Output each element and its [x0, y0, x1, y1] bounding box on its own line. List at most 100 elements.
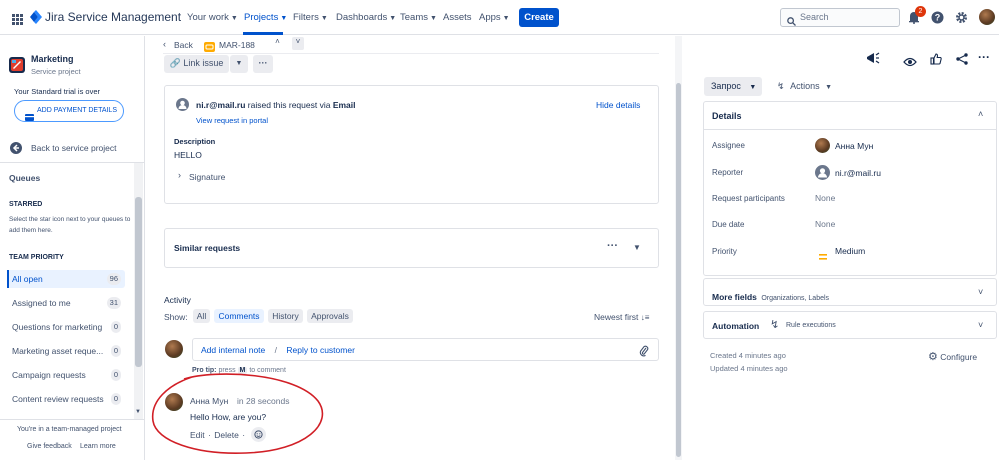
details-header[interactable]: Details ˄ [704, 102, 996, 130]
field-label: Due date [712, 220, 745, 229]
scroll-down-icon[interactable]: ▼ [135, 409, 141, 415]
link-issue-button[interactable]: 🔗 Link issue [164, 55, 229, 73]
hide-details-link[interactable]: Hide details [596, 100, 640, 110]
filter-history[interactable]: History [268, 309, 303, 323]
queue-count: 31 [106, 297, 121, 309]
add-payment-button[interactable]: ADD PAYMENT DETAILS [14, 100, 124, 122]
sidebar-scrollbar[interactable]: ▼ [134, 163, 143, 419]
similar-more-icon[interactable]: ··· [607, 240, 618, 252]
project-avatar-icon[interactable] [9, 57, 25, 73]
queue-item[interactable]: Content review requests 0 [7, 390, 125, 408]
queue-label: Content review requests [12, 394, 104, 404]
configure-button[interactable]: ⚙ Configure [928, 350, 977, 363]
main-scrollbar[interactable] [675, 36, 682, 460]
field-label: Priority [712, 247, 737, 256]
project-name[interactable]: Marketing [31, 54, 74, 64]
profile-avatar[interactable] [979, 9, 995, 25]
back-link[interactable]: Back [174, 40, 193, 50]
notification-badge: 2 [915, 6, 926, 17]
give-feedback-link[interactable]: Give feedback [27, 443, 72, 450]
nav-filters[interactable]: Filters ▼ [293, 12, 328, 23]
signature-toggle[interactable]: Signature [189, 172, 225, 182]
queue-item[interactable]: Campaign requests 0 [7, 366, 125, 384]
expand-chevron-icon[interactable]: › [178, 170, 181, 180]
back-chevron-icon[interactable]: ‹ [163, 39, 166, 49]
help-icon[interactable]: ? [931, 11, 944, 24]
share-icon[interactable] [956, 52, 968, 65]
create-button[interactable]: Create [519, 8, 559, 27]
filter-all[interactable]: All [193, 309, 210, 323]
search-icon [787, 13, 796, 26]
learn-more-link[interactable]: Learn more [80, 443, 116, 450]
priority-value[interactable]: Medium [835, 246, 865, 256]
sidebar-footer-divider [0, 419, 144, 420]
details-panel: Details ˄ Assignee Анна Мун Reporter ni.… [703, 101, 997, 276]
vote-thumbs-up-icon[interactable] [930, 52, 942, 65]
collapse-icon[interactable]: ˄ [978, 109, 983, 119]
similar-requests-panel[interactable]: Similar requests ··· ▼ [164, 228, 659, 268]
activity-heading: Activity [164, 295, 191, 305]
watch-eye-icon[interactable] [903, 54, 917, 67]
queue-item[interactable]: All open 96 [7, 270, 125, 288]
expand-icon[interactable]: ˅ [978, 320, 983, 330]
feedback-megaphone-icon[interactable] [866, 52, 880, 65]
comment-editor[interactable]: Add internal note / Reply to customer [192, 338, 659, 361]
back-arrow-icon[interactable] [10, 141, 22, 154]
assignee-value[interactable]: Анна Мун [835, 141, 873, 151]
settings-gear-icon[interactable] [955, 11, 968, 24]
nav-assets[interactable]: Assets [443, 12, 472, 23]
due-date-value[interactable]: None [815, 219, 835, 229]
prev-issue-icon[interactable]: ˄ [271, 37, 284, 50]
nav-label: Apps [479, 12, 501, 23]
app-switcher-icon[interactable] [12, 12, 23, 25]
more-options-icon[interactable]: ··· [978, 50, 990, 64]
expand-icon[interactable]: ˅ [978, 287, 983, 297]
chevron-down-icon: ▼ [389, 15, 397, 22]
attachment-icon[interactable] [639, 344, 649, 357]
reply-to-customer-button[interactable]: Reply to customer [286, 345, 355, 355]
current-user-avatar [165, 340, 183, 358]
annotation-circle [151, 373, 324, 454]
add-internal-note-button[interactable]: Add internal note [201, 345, 265, 355]
automation-title: Automation [712, 321, 760, 331]
description-value[interactable]: HELLO [174, 150, 202, 160]
queue-item[interactable]: Questions for marketing 0 [7, 318, 125, 336]
queue-item[interactable]: Assigned to me 31 [7, 294, 125, 312]
issue-key[interactable]: MAR-188 [219, 40, 255, 50]
more-fields-title: More fields Organizations, Labels [712, 287, 829, 305]
nav-active-underline [243, 32, 283, 35]
sort-order-button[interactable]: Newest first ↓≡ [594, 312, 649, 322]
scrollbar-thumb[interactable] [135, 197, 142, 367]
product-name[interactable]: Jira Service Management [45, 10, 181, 24]
more-fields-panel[interactable]: More fields Organizations, Labels ˅ [703, 278, 997, 306]
filter-approvals[interactable]: Approvals [307, 309, 353, 323]
queue-count: 0 [110, 393, 121, 405]
requester-email[interactable]: ni.r@mail.ru [196, 100, 245, 110]
automation-panel[interactable]: Automation ↯ Rule executions ˅ [703, 311, 997, 339]
nav-apps[interactable]: Apps ▼ [479, 12, 510, 23]
back-to-project-link[interactable]: Back to service project [31, 143, 117, 153]
link-issue-label: Link issue [183, 58, 224, 68]
more-actions-button[interactable]: ··· [253, 55, 273, 73]
nav-your-work[interactable]: Your work ▼ [187, 12, 238, 23]
updated-time: Updated 4 minutes ago [710, 364, 788, 373]
show-label: Show: [164, 312, 188, 322]
queue-item[interactable]: Marketing asset reque... 0 [7, 342, 125, 360]
jira-logo-icon[interactable] [30, 10, 42, 24]
nav-dashboards[interactable]: Dashboards ▼ [336, 12, 396, 23]
user-icon [176, 98, 189, 111]
reporter-value[interactable]: ni.r@mail.ru [835, 168, 881, 178]
credit-card-icon [25, 108, 34, 121]
similar-expand-icon[interactable]: ▼ [633, 243, 641, 252]
search-input[interactable]: Search [780, 8, 900, 27]
view-portal-link[interactable]: View request in portal [196, 116, 268, 125]
link-issue-dropdown[interactable]: ▼ [230, 55, 248, 73]
participants-value[interactable]: None [815, 193, 835, 203]
status-dropdown[interactable]: Запрос ▼ [704, 77, 762, 96]
nav-projects[interactable]: Projects ▼ [244, 12, 287, 23]
next-issue-icon[interactable]: ˅ [292, 37, 304, 50]
filter-comments[interactable]: Comments [214, 309, 264, 323]
main-scrollbar-thumb[interactable] [676, 83, 681, 457]
actions-button[interactable]: ↯ Actions ▼ [777, 81, 832, 92]
nav-teams[interactable]: Teams ▼ [400, 12, 437, 23]
